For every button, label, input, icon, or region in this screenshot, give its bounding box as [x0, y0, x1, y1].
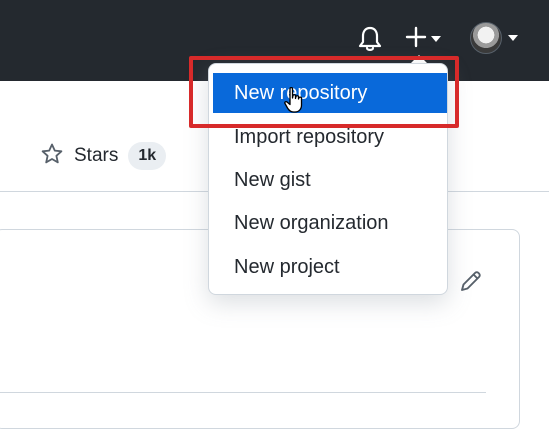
avatar — [470, 22, 502, 54]
hand-cursor-icon — [283, 86, 305, 114]
menu-item-new-organization[interactable]: New organization — [209, 203, 447, 243]
plus-icon — [405, 26, 427, 53]
star-icon — [40, 142, 64, 171]
stars-label: Stars — [74, 145, 119, 166]
divider — [0, 392, 486, 393]
highlight-annotation — [189, 56, 459, 128]
chevron-down-icon — [508, 35, 518, 41]
chevron-down-icon — [431, 36, 441, 42]
bell-icon[interactable] — [357, 25, 383, 53]
menu-item-new-gist[interactable]: New gist — [209, 160, 447, 200]
create-new-button[interactable] — [405, 26, 449, 52]
user-menu-button[interactable] — [470, 20, 522, 56]
pencil-icon[interactable] — [458, 268, 484, 294]
stars-count-badge: 1k — [128, 142, 167, 170]
stars-section[interactable]: Stars 1k — [40, 140, 167, 172]
menu-item-new-project[interactable]: New project — [209, 247, 447, 287]
